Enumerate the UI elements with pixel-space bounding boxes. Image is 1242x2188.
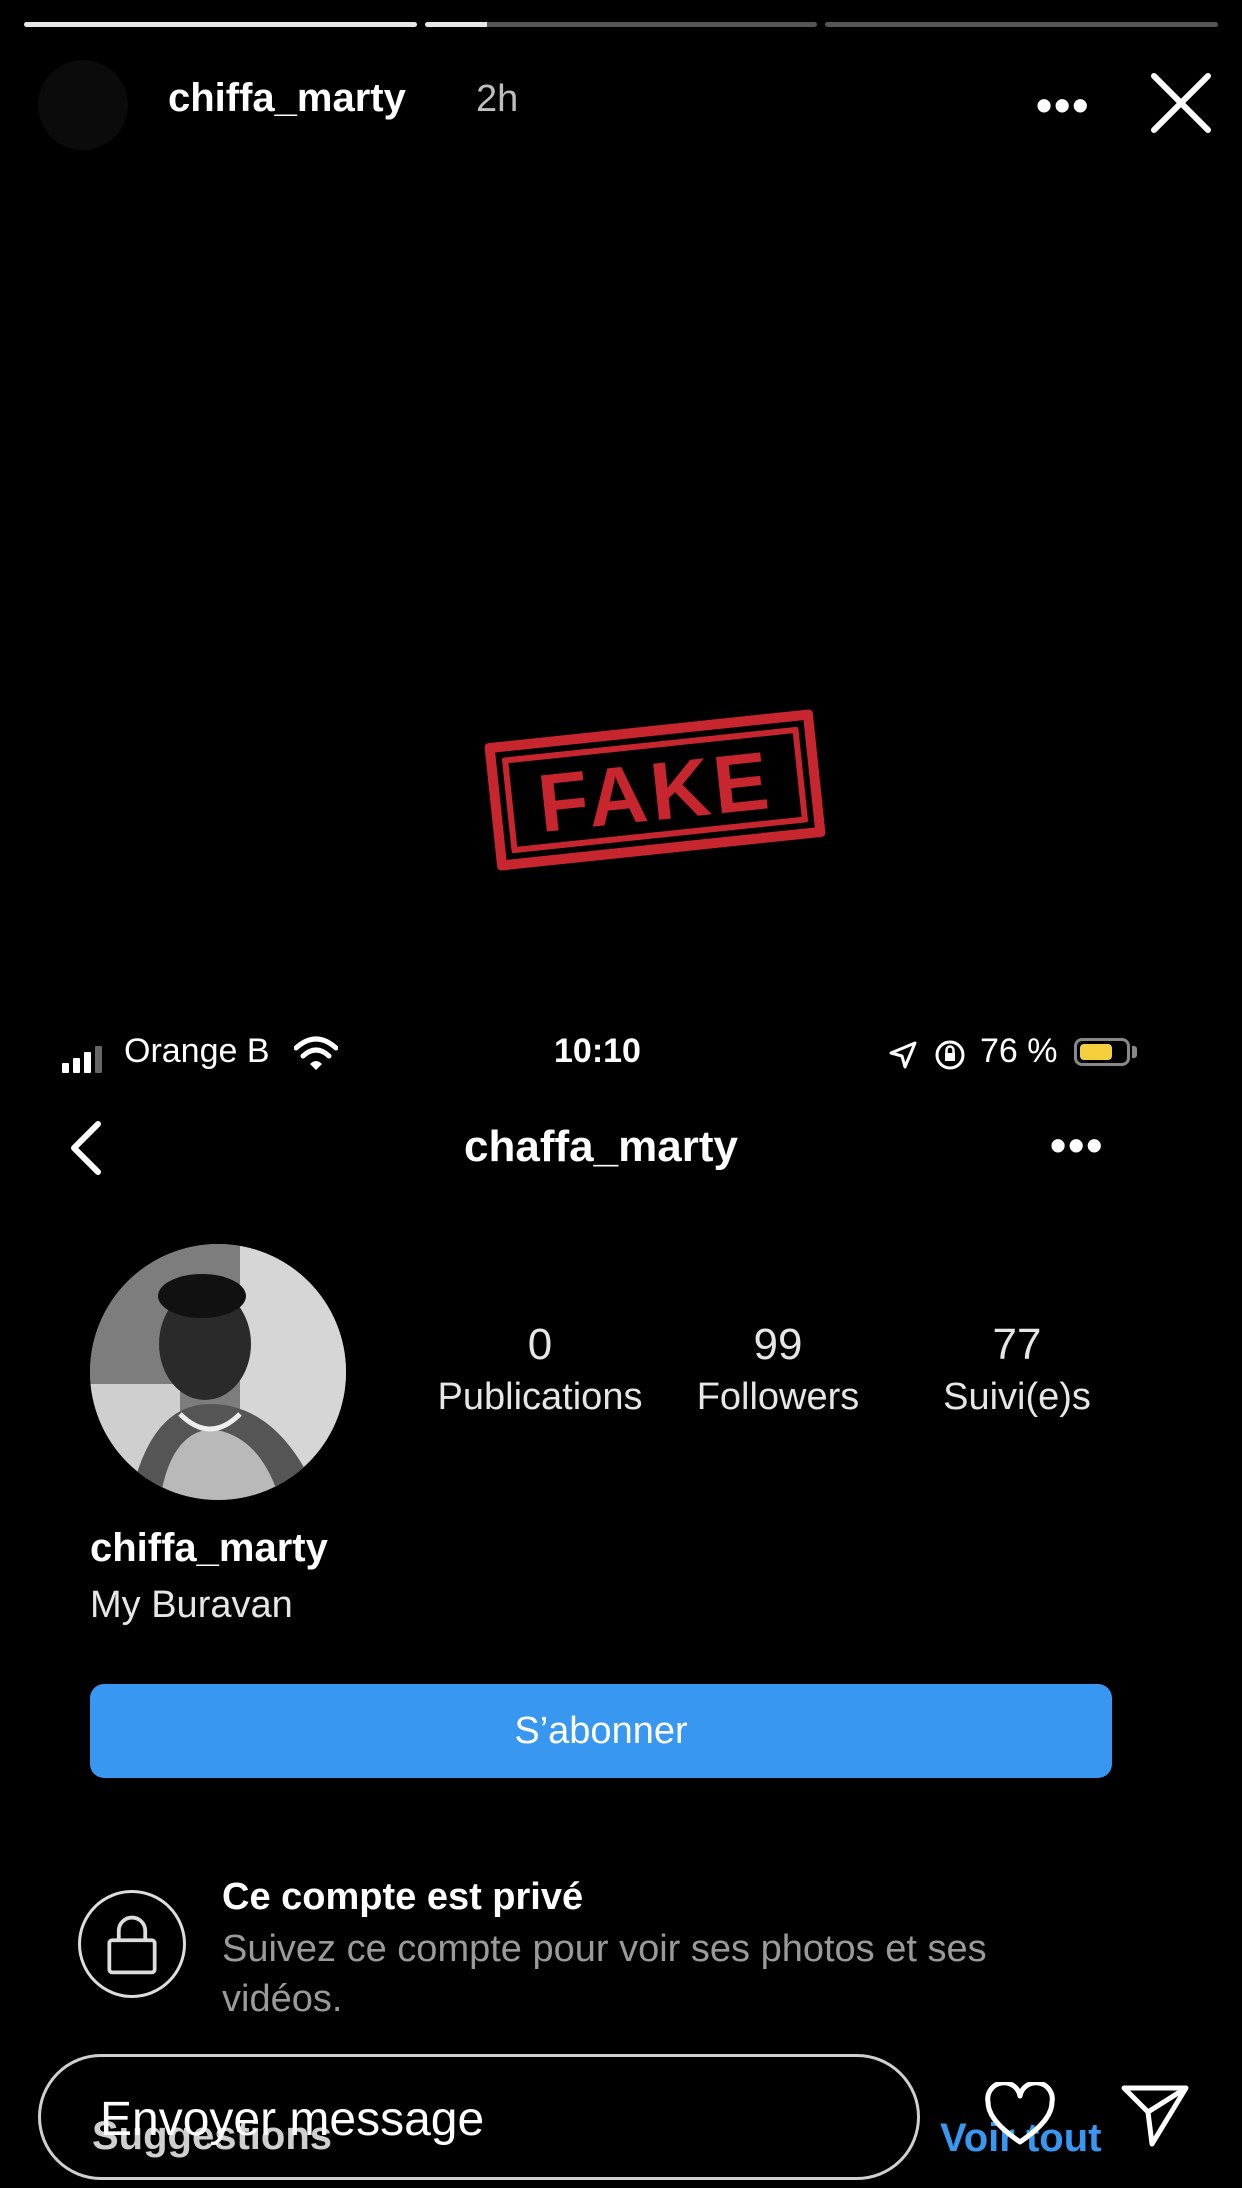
send-icon[interactable] [1120,2082,1190,2148]
carrier-name: Orange B [124,1032,270,1070]
story-more-icon[interactable]: ••• [1036,78,1090,132]
profile-avatar[interactable] [90,1244,346,1500]
stat-label: Suivi(e)s [943,1376,1091,1418]
location-arrow-icon [889,1041,917,1069]
progress-segment [424,22,818,27]
progress-fill [424,22,488,27]
signal-icon [62,1043,102,1073]
stat-publications: 0 Publications [425,1320,655,1419]
story-timestamp: 2h [476,78,519,120]
battery-percent: 76 % [980,1032,1058,1070]
status-time: 10:10 [554,1032,641,1070]
progress-segment [825,22,1219,27]
orientation-lock-icon [935,1040,965,1070]
battery-icon [1074,1038,1130,1066]
message-placeholder: Envoyer message [100,2093,485,2146]
profile-name: chiffa_marty [90,1526,328,1570]
stat-label: Followers [696,1376,860,1418]
profile-bio: My Buravan [90,1584,293,1626]
story-progress [24,22,1219,28]
private-account-title: Ce compte est privé [222,1876,584,1918]
stat-followers[interactable]: 99 Followers [663,1320,893,1419]
stat-value: 77 [992,1320,1042,1369]
private-account-description: Suivez ce compte pour voir ses photos et… [222,1928,987,2020]
profile-more-icon[interactable]: ••• [1050,1118,1104,1172]
stat-value: 99 [753,1320,803,1369]
stat-value: 0 [527,1320,553,1369]
story-username[interactable]: chiffa_marty [168,76,406,121]
lock-icon [78,1890,186,1998]
close-icon[interactable] [1146,68,1216,138]
wifi-icon [294,1036,338,1070]
follow-button[interactable]: S’abonner [90,1684,1112,1778]
stat-label: Publications [437,1376,643,1418]
battery-tip [1132,1046,1137,1058]
progress-fill [24,22,417,27]
heart-icon[interactable] [984,2082,1056,2148]
stat-following[interactable]: 77 Suivi(e)s [902,1320,1132,1419]
progress-segment [24,22,417,27]
fake-stamp: FAKE [484,709,826,871]
story-avatar[interactable] [38,60,128,150]
